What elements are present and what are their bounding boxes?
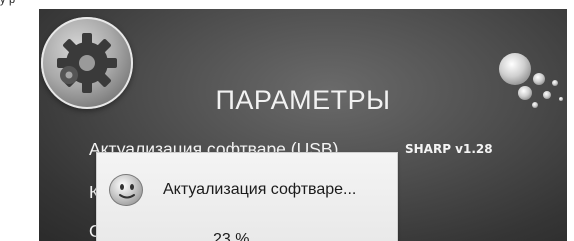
dialog-message: Актуализация софтваре... [163,181,357,198]
progress-percent: 23 % [213,231,250,241]
page-title: ПАРАМЕТРЫ [215,85,391,115]
menu-item-value: SHARP v1.28 [405,142,493,156]
smiley-icon [109,174,143,206]
update-progress-dialog: Актуализация софтваре... 23 % [96,152,398,241]
top-caption: у р [0,0,16,6]
